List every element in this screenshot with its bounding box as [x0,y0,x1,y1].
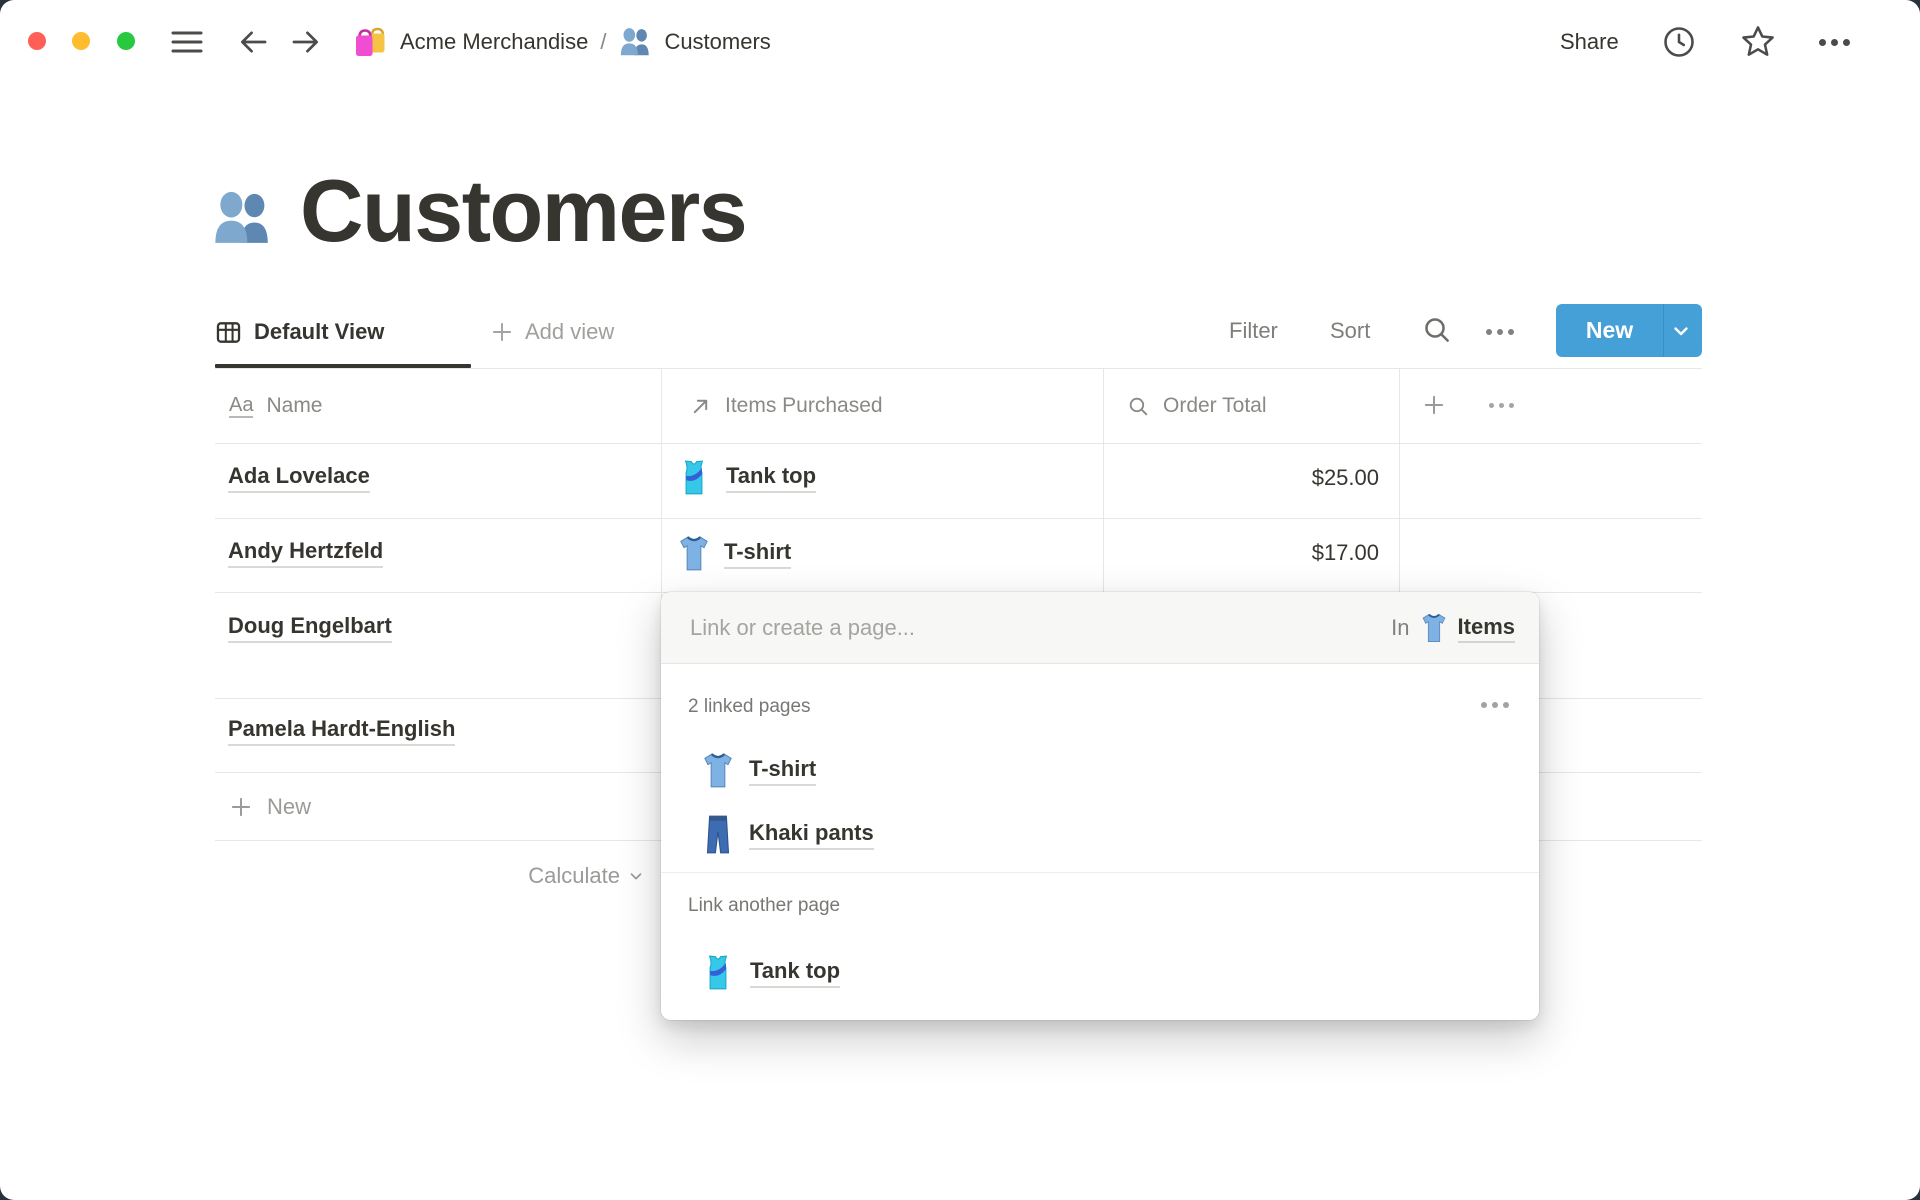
column-header-items-purchased[interactable]: Items Purchased [688,380,883,432]
tab-default-view[interactable]: Default View [215,302,384,362]
tshirt-icon [701,751,735,791]
busts-icon [618,25,652,59]
cell-item-link: Tank top [726,463,817,493]
cell-name[interactable]: Doug Engelbart [228,613,392,643]
page-title[interactable]: Customers [300,163,748,259]
app-window: Acme Merchandise / Customers Share Custo… [0,0,1920,1200]
cell-items[interactable]: T-shirt [677,534,792,574]
scope-page-link[interactable]: Items [1457,614,1515,643]
relation-picker-header: In Items [661,592,1539,664]
share-button[interactable]: Share [1560,29,1619,55]
table-options-icon[interactable] [1489,403,1514,408]
link-page-suggestion[interactable]: Tank top [699,951,841,995]
tshirt-icon [677,534,711,574]
calculate-button[interactable]: Calculate [400,848,645,904]
cell-items[interactable]: Tank top [675,458,817,498]
cell-name[interactable]: Pamela Hardt-English [228,716,456,746]
cell-item-link: T-shirt [724,539,792,569]
cell-name[interactable]: Ada Lovelace [228,463,370,493]
view-options-icon[interactable] [1486,329,1514,335]
forward-arrow-icon[interactable] [289,25,323,59]
table-border [215,368,1702,369]
plus-icon [492,322,512,342]
relation-picker-popup: In Items 2 linked pages T-shirt [661,592,1539,1020]
zoom-window-button[interactable] [116,32,135,50]
tank-top-icon [699,953,737,993]
cell-order-total[interactable]: $17.00 [1103,540,1379,566]
column-header-order-total[interactable]: Order Total [1126,380,1267,432]
linked-page-label: Khaki pants [749,820,874,850]
title-property-icon: Aa [229,394,254,418]
breadcrumb-page[interactable]: Customers [664,29,770,55]
scope-prefix-label: In [1391,615,1410,640]
linked-page-item[interactable]: T-shirt [701,749,817,793]
breadcrumb-separator: / [600,29,607,54]
new-dropdown-chevron-icon[interactable] [1669,319,1693,343]
tshirt-icon [1420,612,1448,645]
traffic-lights [28,32,135,55]
minimize-window-button[interactable] [72,32,91,50]
back-arrow-icon[interactable] [236,25,270,59]
sort-button[interactable]: Sort [1330,318,1370,344]
page-title-icon busts-icon[interactable] [210,186,274,250]
cell-order-total[interactable]: $25.00 [1103,465,1379,491]
clock-icon[interactable] [1661,24,1697,60]
new-row-label: New [267,794,312,819]
shopping-bags-icon [352,24,388,60]
chevron-down-icon [630,873,642,880]
link-page-search-input[interactable] [688,592,1248,664]
suggestion-page-label: Tank top [750,958,841,988]
new-record-label: New [1585,317,1634,343]
search-icon[interactable] [1421,314,1453,346]
rollup-property-icon [1126,394,1151,419]
topbar-actions: Share [1560,20,1850,64]
active-tab-underline [215,364,471,368]
new-button-divider [1663,304,1664,357]
breadcrumb: Acme Merchandise / Customers [352,20,771,64]
filter-button[interactable]: Filter [1229,318,1278,344]
add-column-icon[interactable] [1420,391,1448,419]
new-record-button[interactable]: New [1556,304,1702,357]
column-header-name-label: Name [266,394,323,417]
relation-property-icon [688,394,713,419]
table-view-icon [215,319,242,346]
breadcrumb-workspace[interactable]: Acme Merchandise [400,29,588,55]
sidebar-menu-icon[interactable] [171,29,203,55]
linked-pages-options-icon[interactable] [1481,702,1509,708]
calculate-label: Calculate [528,863,620,888]
new-row-button[interactable]: New [228,779,311,835]
linked-page-item[interactable]: Khaki pants [705,813,874,857]
screen: Acme Merchandise / Customers Share Custo… [0,0,1920,1200]
relation-scope: In Items [1391,592,1515,664]
close-window-button[interactable] [28,32,46,50]
column-header-items-label: Items Purchased [725,394,883,417]
add-view-label: Add view [525,319,615,344]
cell-name[interactable]: Andy Hertzfeld [228,538,384,568]
link-another-section-label: Link another page [688,895,841,916]
plus-icon [231,797,251,817]
jeans-icon [705,814,731,856]
table-border [215,518,1702,519]
star-icon[interactable] [1739,23,1777,61]
column-header-total-label: Order Total [1163,394,1267,417]
tank-top-icon [675,458,713,498]
more-options-icon[interactable] [1818,38,1850,46]
table-border [215,443,1702,444]
linked-page-label: T-shirt [749,756,817,786]
popup-section-divider [661,872,1539,873]
column-header-name[interactable]: Aa Name [229,380,323,432]
tab-default-view-label: Default View [254,319,385,344]
linked-pages-section-label: 2 linked pages [688,696,811,717]
add-view-button[interactable]: Add view [489,302,614,362]
